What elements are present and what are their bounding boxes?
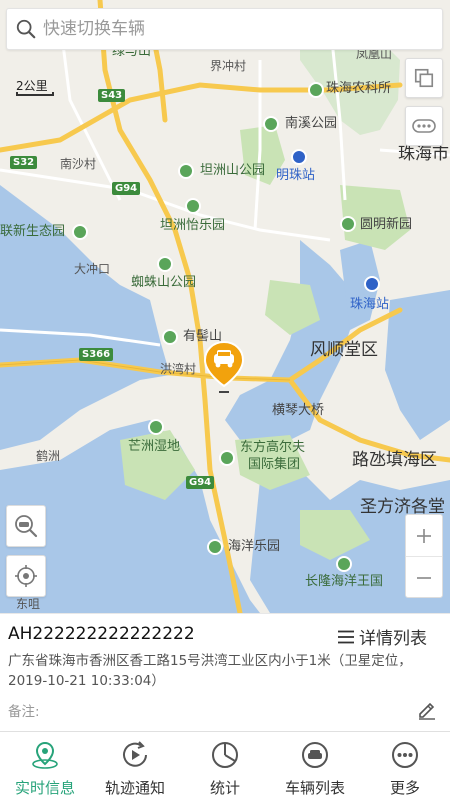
zoom-out-button[interactable]	[406, 557, 442, 599]
map-label-jiechong: 界冲村	[210, 59, 247, 73]
shield-s366: S366	[79, 348, 114, 361]
map-label-yuanming: 圆明新园	[360, 217, 413, 232]
map-view[interactable]: 界冲村 凤凰山 珠海农科所 南溪公园 珠海市 明珠站 南沙村 坦洲山公园 坦洲怡…	[0, 0, 450, 613]
map-label-dongfang2: 国际集团	[248, 457, 301, 472]
shield-s43: S43	[98, 89, 126, 102]
crosshair-icon	[15, 565, 37, 587]
location-realtime-icon	[32, 741, 58, 769]
map-scale: 2公里	[16, 77, 54, 96]
map-label-luhuan: 路氹填海区	[352, 450, 437, 470]
map-label-zhizhu: 蜘蛛山公园	[131, 275, 197, 290]
map-label-zhuhai-city: 珠海市	[398, 144, 449, 164]
map-label-zhuhai-station: 珠海站	[350, 297, 390, 312]
vehicle-list-icon	[302, 742, 328, 768]
map-label-dongxian: 东咀	[16, 597, 41, 611]
tab-vehicle-list-label: 车辆列表	[284, 779, 345, 797]
poi-mangzhou-icon	[148, 419, 164, 435]
search-icon	[16, 19, 36, 39]
poi-yuanming-icon	[340, 216, 356, 232]
car-search-icon	[15, 515, 38, 538]
detail-list-button[interactable]: 详情列表	[338, 624, 427, 649]
app-screen: 界冲村 凤凰山 珠海农科所 南溪公园 珠海市 明珠站 南沙村 坦洲山公园 坦洲怡…	[0, 0, 450, 800]
vehicle-search-input[interactable]	[43, 19, 423, 39]
layer-switch-button[interactable]	[405, 58, 443, 98]
vehicle-zoom-button[interactable]	[6, 505, 46, 547]
poi-ecology-icon	[72, 224, 88, 240]
tab-more[interactable]: 更多	[360, 732, 450, 800]
bottom-tab-bar: 实时信息 轨迹通知 统计 车辆列表 更多	[0, 731, 450, 800]
poi-nanxi-icon	[263, 116, 279, 132]
zoom-in-button[interactable]	[406, 515, 442, 557]
map-label-nanxi: 南溪公园	[285, 116, 338, 131]
tab-realtime-info-label: 实时信息	[14, 779, 75, 797]
plus-icon	[417, 528, 431, 543]
map-label-hongwan: 洪湾村	[160, 362, 197, 376]
vehicle-info-panel: AH222222222222222 详情列表 广东省珠海市香洲区香工路15号洪湾…	[0, 613, 450, 731]
map-label-changlong: 长隆海洋王国	[305, 574, 384, 589]
shield-g94-south: G94	[186, 476, 215, 489]
poi-zhizhu-icon	[157, 256, 173, 272]
locate-button[interactable]	[6, 555, 46, 597]
map-label-tanzhou-yi: 坦洲怡乐园	[160, 218, 226, 233]
map-scale-label: 2公里	[16, 79, 48, 93]
tab-vehicle-list[interactable]: 车辆列表	[270, 732, 360, 800]
tab-statistics[interactable]: 统计	[180, 732, 270, 800]
shield-s32: S32	[10, 156, 38, 169]
map-scale-bar	[16, 92, 54, 96]
poi-mingzhu-station-icon	[291, 149, 307, 165]
poi-agri-icon	[308, 82, 324, 98]
map-label-ecology: 联新生态园	[0, 224, 66, 239]
map-label-dachongkou: 大冲口	[74, 262, 111, 276]
ellipsis-icon	[412, 119, 436, 133]
poi-zhuhai-station-icon	[364, 276, 380, 292]
tab-track-notice[interactable]: 轨迹通知	[90, 732, 180, 800]
layers-icon	[414, 68, 434, 88]
vehicle-address: 广东省珠海市香洲区香工路15号洪湾工业区内小于1米（卫星定位，2019-10-2…	[8, 653, 412, 689]
map-label-haiyang: 海洋乐园	[228, 539, 281, 554]
map-label-mingzhu-station: 明珠站	[276, 168, 316, 183]
vehicle-search-bar[interactable]	[6, 8, 443, 50]
map-label-tanzhou-park: 坦洲山公园	[200, 163, 266, 178]
poi-golf-icon	[219, 450, 235, 466]
poi-tanzhou-yi-icon	[185, 198, 201, 214]
map-label-nansha: 南沙村	[60, 157, 97, 171]
tab-realtime-info[interactable]: 实时信息	[0, 732, 90, 800]
remark-label: 备注:	[8, 704, 40, 720]
minus-icon	[417, 577, 431, 579]
list-icon	[338, 630, 354, 643]
poi-youji-icon	[162, 329, 178, 345]
tab-more-label: 更多	[389, 779, 420, 797]
track-play-icon	[123, 741, 147, 767]
vehicle-location-marker[interactable]	[202, 340, 246, 394]
tab-track-notice-label: 轨迹通知	[104, 779, 165, 797]
detail-list-label: 详情列表	[359, 629, 427, 649]
map-more-button[interactable]	[405, 106, 443, 146]
map-label-zhuhai-agri: 珠海农科所	[326, 81, 392, 96]
shield-g94-north: G94	[112, 182, 141, 195]
map-label-hezhou: 鹤洲	[36, 449, 61, 463]
map-label-fengshun: 风顺堂区	[310, 340, 378, 360]
statistics-icon	[212, 742, 238, 768]
more-icon	[392, 742, 418, 768]
tab-statistics-label: 统计	[209, 779, 240, 797]
poi-tanzhou-park-icon	[178, 163, 194, 179]
vehicle-plate: AH222222222222222	[8, 624, 195, 644]
map-label-mangzhou: 芒洲湿地	[128, 439, 181, 454]
poi-changlong-icon	[336, 556, 352, 572]
poi-haiyang-icon	[207, 539, 223, 555]
edit-icon[interactable]	[416, 698, 438, 720]
zoom-control	[405, 514, 443, 598]
map-label-hengqin-bridge: 横琴大桥	[272, 403, 325, 418]
map-label-dongfang: 东方高尔夫	[240, 440, 306, 455]
